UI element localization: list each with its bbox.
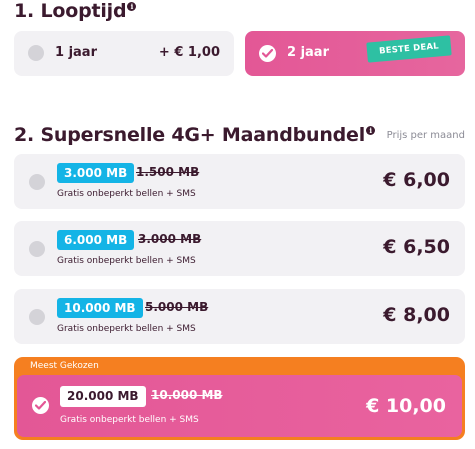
bundle-option-3000mb[interactable]: 3.000 MB 1.500 MB Gratis onbeperkt belle… (14, 154, 465, 209)
term-option-2-jaar[interactable]: 2 jaar BESTE DEAL (245, 31, 465, 76)
old-data-amount: 1.500 MB (136, 165, 200, 179)
data-amount-badge: 10.000 MB (57, 298, 143, 318)
info-icon[interactable]: i (366, 126, 376, 135)
old-data-amount: 10.000 MB (151, 388, 223, 402)
bundle-subtitle: Gratis onbeperkt bellen + SMS (57, 324, 196, 334)
bundle-subtitle: Gratis onbeperkt bellen + SMS (57, 256, 196, 266)
old-data-amount: 3.000 MB (138, 232, 202, 246)
bundle-price: € 6,00 (383, 169, 450, 191)
term-section-title: 1. Looptijd i (14, 0, 137, 22)
data-amount-badge: 20.000 MB (60, 386, 146, 407)
data-amount-badge: 3.000 MB (57, 163, 135, 183)
term-option-price: + € 1,00 (158, 45, 220, 60)
bundle-price: € 10,00 (366, 395, 446, 417)
bundle-price: € 6,50 (383, 236, 450, 258)
data-amount-badge: 6.000 MB (57, 230, 135, 250)
bundle-price: € 8,00 (383, 304, 450, 326)
bundle-subtitle: Gratis onbeperkt bellen + SMS (60, 415, 199, 425)
old-data-amount: 5.000 MB (145, 300, 209, 314)
bundle-subtitle: Gratis onbeperkt bellen + SMS (57, 189, 196, 199)
most-chosen-ribbon: Meest Gekozen (30, 361, 99, 371)
term-option-label: 2 jaar (287, 45, 329, 60)
checkmark-icon[interactable] (32, 397, 49, 414)
radio-unselected-icon[interactable] (28, 45, 44, 61)
bundle-option-10000mb[interactable]: 10.000 MB 5.000 MB Gratis onbeperkt bell… (14, 289, 465, 344)
bundle-section-title: 2. Supersnelle 4G+ Maandbundel i (14, 124, 376, 146)
term-option-1-jaar[interactable]: 1 jaar + € 1,00 (14, 31, 234, 76)
checkmark-icon[interactable] (259, 45, 276, 62)
price-per-month-note: Prijs per maand (386, 130, 465, 141)
term-option-label: 1 jaar (55, 45, 97, 60)
info-icon[interactable]: i (127, 2, 137, 11)
radio-unselected-icon[interactable] (29, 241, 45, 257)
bundle-option-20000mb-featured[interactable]: Meest Gekozen 20.000 MB 10.000 MB Gratis… (14, 357, 465, 440)
radio-unselected-icon[interactable] (29, 174, 45, 190)
bundle-option-6000mb[interactable]: 6.000 MB 3.000 MB Gratis onbeperkt belle… (14, 221, 465, 276)
featured-bundle-card[interactable]: 20.000 MB 10.000 MB Gratis onbeperkt bel… (17, 375, 462, 437)
radio-unselected-icon[interactable] (29, 309, 45, 325)
best-deal-badge: BESTE DEAL (366, 35, 452, 63)
